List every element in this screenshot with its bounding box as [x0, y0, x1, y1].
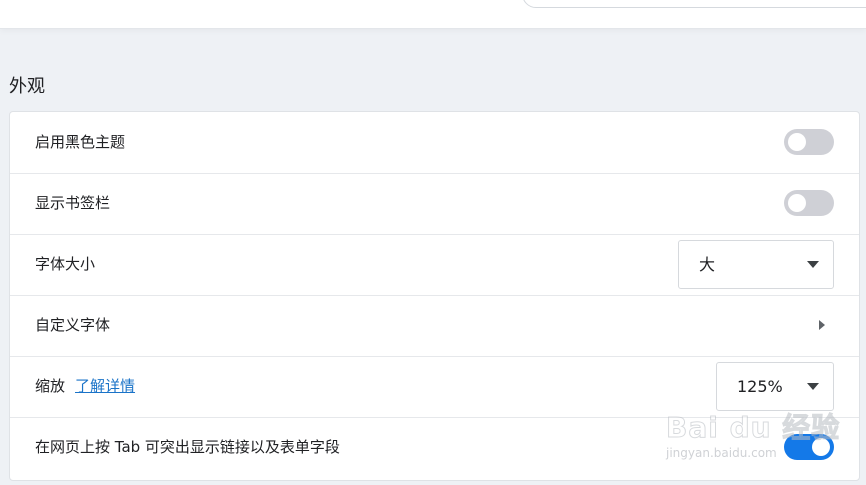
dropdown-caret-icon: [807, 383, 819, 390]
row-dark-theme: 启用黑色主题: [10, 112, 859, 174]
chevron-right-icon[interactable]: [819, 320, 825, 330]
row-custom-fonts[interactable]: 自定义字体: [10, 295, 859, 357]
font-size-value: 大: [699, 255, 716, 274]
custom-fonts-label: 自定义字体: [35, 316, 111, 334]
row-zoom: 缩放 了解详情 125%: [10, 356, 859, 418]
toggle-knob: [812, 438, 830, 456]
zoom-label: 缩放: [35, 377, 66, 395]
toggle-knob: [788, 133, 806, 151]
zoom-select[interactable]: 125%: [716, 362, 834, 411]
tab-highlight-label: 在网页上按 Tab 可突出显示链接以及表单字段: [35, 438, 340, 456]
search-box[interactable]: [522, 0, 866, 8]
bookmarks-bar-label: 显示书签栏: [35, 194, 111, 212]
font-size-select[interactable]: 大: [678, 240, 834, 289]
appearance-panel: 启用黑色主题 显示书签栏 字体大小 大 自定义字体 缩放 了解详情 125% 在…: [9, 111, 860, 481]
dark-theme-label: 启用黑色主题: [35, 133, 126, 151]
row-font-size: 字体大小 大: [10, 234, 859, 296]
zoom-value: 125%: [737, 377, 783, 396]
settings-page: 外观 启用黑色主题 显示书签栏 字体大小 大 自定义字体 缩放了解详情 125%…: [0, 0, 866, 485]
zoom-label-group: 缩放 了解详情: [35, 356, 135, 417]
font-size-label: 字体大小: [35, 255, 96, 273]
row-bookmarks-bar: 显示书签栏: [10, 173, 859, 235]
dropdown-caret-icon: [807, 261, 819, 268]
dark-theme-toggle[interactable]: [784, 129, 834, 155]
bookmarks-bar-toggle[interactable]: [784, 190, 834, 216]
section-title: 外观: [9, 76, 45, 97]
row-tab-highlight: 在网页上按 Tab 可突出显示链接以及表单字段: [10, 417, 859, 478]
tab-highlight-toggle[interactable]: [784, 434, 834, 460]
toggle-knob: [788, 194, 806, 212]
top-card: [0, 0, 866, 29]
learn-more-link[interactable]: 了解详情: [75, 377, 135, 395]
